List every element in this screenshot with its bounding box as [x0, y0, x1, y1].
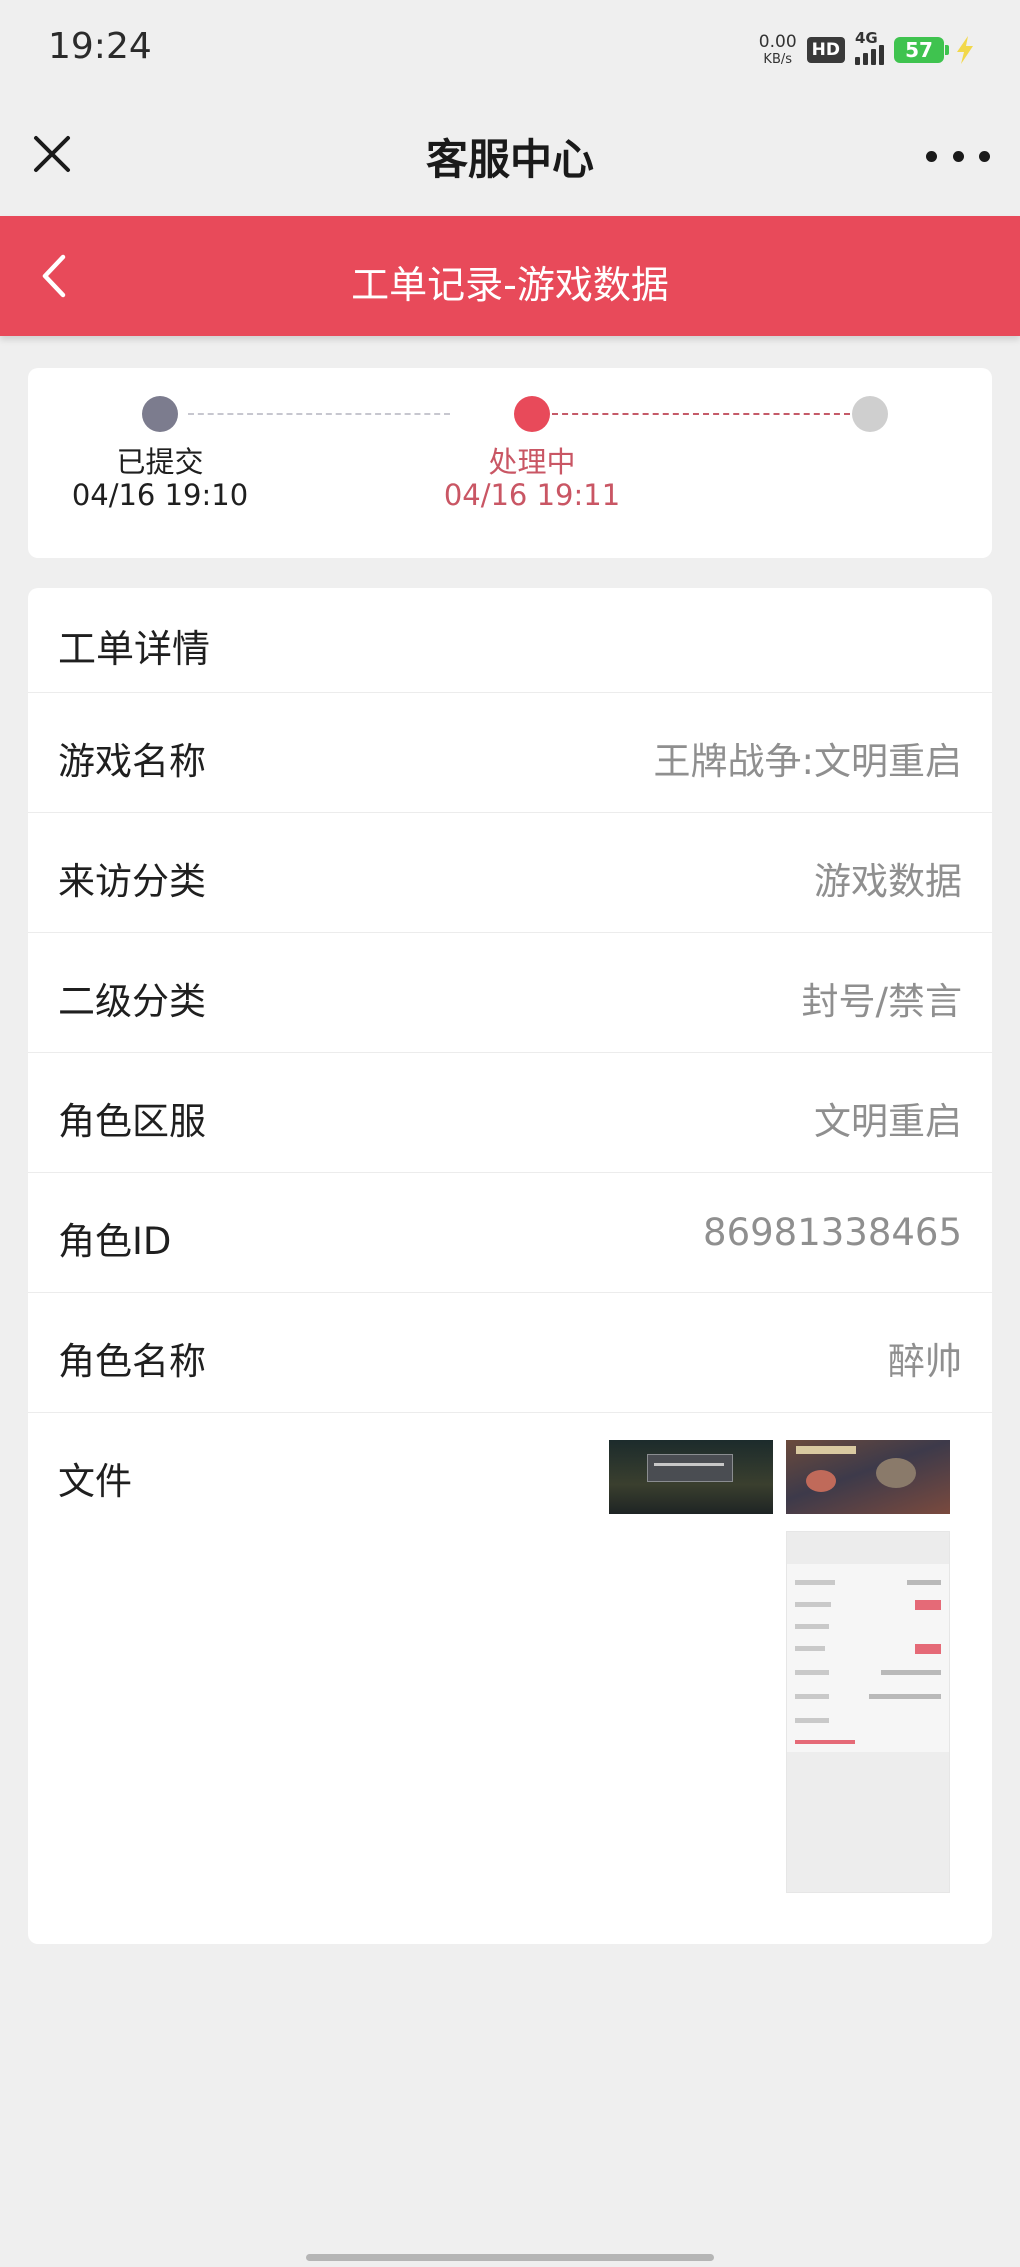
battery-icon: 57	[894, 37, 949, 63]
detail-key: 角色区服	[58, 1100, 206, 1143]
lightning-bolt-icon	[957, 36, 973, 64]
thumbnail-line	[795, 1602, 831, 1607]
more-dot	[952, 150, 964, 162]
thumbnail-topbar	[787, 1532, 949, 1564]
status-time: 19:24	[48, 26, 152, 67]
detail-row-game-name: 游戏名称 王牌战争:文明重启	[28, 693, 992, 813]
detail-key: 二级分类	[58, 980, 206, 1023]
signal-bar	[879, 45, 884, 65]
thumbnail-line	[795, 1646, 825, 1651]
detail-title: 工单详情	[58, 627, 211, 671]
step-time: 04/16 19:10	[71, 478, 249, 512]
detail-row-sub-category: 二级分类 封号/禁言	[28, 933, 992, 1053]
detail-row-role-id: 角色ID 86981338465	[28, 1173, 992, 1293]
thumbnail-line	[795, 1580, 835, 1585]
detail-key: 来访分类	[58, 860, 206, 903]
thumbnail-red-line	[795, 1740, 855, 1744]
more-dot	[926, 150, 937, 162]
page-title: 客服中心	[425, 135, 594, 184]
hd-badge: HD	[806, 37, 845, 63]
detail-key: 游戏名称	[58, 740, 206, 783]
detail-value: 游戏数据	[814, 860, 962, 903]
status-bar: 19:24 0.00 KB/s HD 4G 57	[0, 0, 1020, 100]
ticket-header: 工单记录-游戏数据	[0, 216, 1020, 336]
thumbnail-line	[795, 1718, 829, 1723]
battery-level: 57	[905, 38, 933, 62]
attachment-thumbnail[interactable]	[786, 1531, 950, 1893]
network-speed-unit: KB/s	[763, 52, 793, 67]
thumbnail-graphic	[796, 1446, 856, 1454]
thumbnail-graphic	[806, 1470, 836, 1492]
signal-bar	[855, 57, 860, 65]
progress-card: 已提交 04/16 19:10 处理中 04/16 19:11	[28, 368, 992, 558]
thumbnail-line	[795, 1670, 829, 1675]
thumbnail-graphic	[876, 1458, 916, 1488]
detail-key: 文件	[58, 1460, 132, 1503]
detail-value: 封号/禁言	[801, 980, 962, 1023]
step-label: 已提交	[116, 445, 204, 479]
more-dot	[979, 150, 990, 162]
thumbnail-line	[881, 1670, 941, 1675]
network-speed-value: 0.00	[758, 32, 797, 52]
thumbnail-line	[869, 1694, 941, 1699]
step-dot	[852, 396, 888, 432]
signal-bar	[871, 49, 876, 65]
detail-value: 文明重启	[814, 1100, 962, 1143]
detail-header: 工单详情	[28, 588, 992, 693]
detail-row-visit-category: 来访分类 游戏数据	[28, 813, 992, 933]
thumbnail-textbox	[787, 1752, 949, 1892]
step-dot	[514, 396, 550, 432]
detail-value: 王牌战争:文明重启	[653, 740, 962, 783]
thumbnail-line	[907, 1580, 941, 1585]
signal-icon: 4G	[855, 29, 884, 65]
detail-key: 角色名称	[58, 1340, 206, 1383]
thumbnail-line	[795, 1624, 829, 1629]
detail-key: 角色ID	[58, 1220, 172, 1263]
ticket-detail-card: 工单详情 游戏名称 王牌战争:文明重启 来访分类 游戏数据 二级分类 封号/禁言…	[28, 588, 992, 1944]
signal-bar	[863, 53, 868, 65]
network-speed: 0.00 KB/s	[758, 32, 797, 67]
step-label: 处理中	[488, 445, 576, 479]
ticket-header-title: 工单记录-游戏数据	[351, 263, 669, 307]
step-submitted: 已提交 04/16 19:10	[70, 396, 250, 512]
attachment-thumbnail[interactable]	[786, 1440, 950, 1514]
status-icons: 0.00 KB/s HD 4G 57	[758, 29, 976, 70]
detail-row-files: 文件	[28, 1413, 992, 1944]
network-type: 4G	[855, 29, 878, 47]
detail-row-role-name: 角色名称 醉帅	[28, 1293, 992, 1413]
detail-value: 醉帅	[888, 1340, 962, 1383]
thumbnail-tag	[915, 1644, 941, 1654]
thumbnail-dialog-graphic	[647, 1454, 733, 1482]
step-dot	[142, 396, 178, 432]
step-pending	[840, 396, 900, 432]
step-time: 04/16 19:11	[443, 478, 621, 512]
detail-value: 86981338465	[703, 1211, 962, 1254]
step-processing: 处理中 04/16 19:11	[432, 396, 632, 512]
thumbnail-line	[795, 1694, 829, 1699]
more-options-button[interactable]	[926, 136, 990, 176]
attachment-thumbnail[interactable]	[609, 1440, 773, 1514]
detail-row-server: 角色区服 文明重启	[28, 1053, 992, 1173]
thumbnail-tag	[915, 1600, 941, 1610]
home-indicator[interactable]	[306, 2254, 714, 2261]
title-bar: 客服中心	[0, 100, 1020, 216]
